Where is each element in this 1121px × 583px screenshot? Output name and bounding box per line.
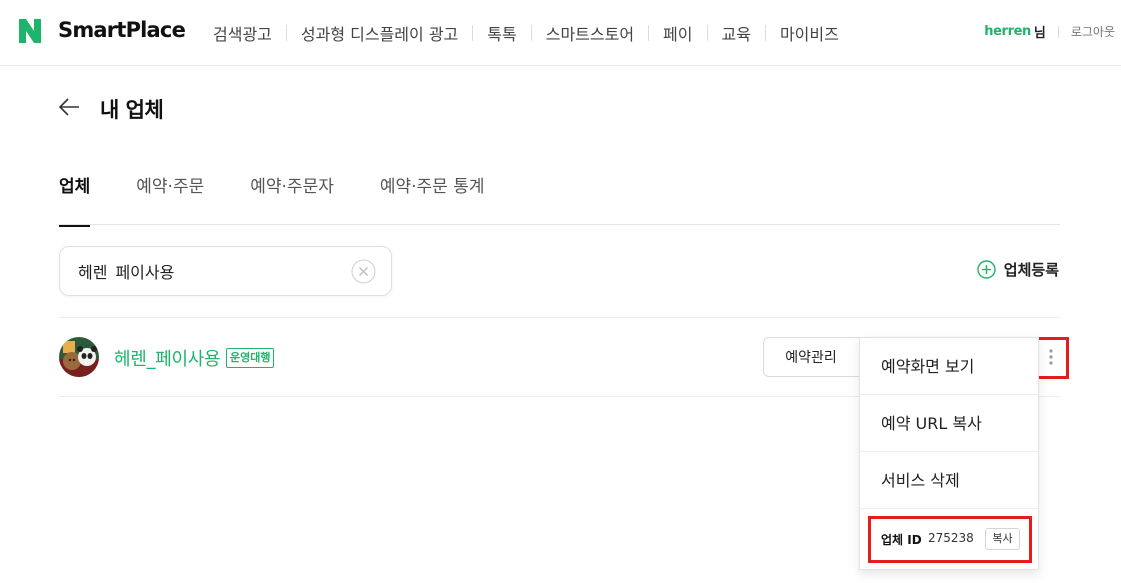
tab-reservation-stats[interactable]: 예약·주문 통계 — [380, 172, 485, 227]
tabs-divider — [59, 224, 1060, 225]
menu-item-copy-url[interactable]: 예약 URL 복사 — [860, 395, 1038, 452]
highlight-box-more — [1034, 337, 1069, 379]
nav-item-smartstore[interactable]: 스마트스토어 — [546, 21, 634, 45]
tab-reservation-order[interactable]: 예약·주문 — [136, 172, 204, 227]
agency-badge: 운영대행 — [226, 348, 275, 368]
business-name-link[interactable]: 헤렌_페이사용 — [114, 345, 221, 371]
back-arrow-icon[interactable] — [58, 96, 80, 118]
nav-divider — [648, 25, 650, 41]
menu-item-delete-service[interactable]: 서비스 삭제 — [860, 452, 1038, 509]
global-nav: 검색광고 성과형 디스플레이 광고 톡톡 스마트스토어 페이 교육 마이비즈 — [213, 21, 839, 45]
naver-logo-icon[interactable] — [19, 19, 41, 43]
highlight-box-business-id — [868, 516, 1032, 563]
smartplace-logo-text[interactable]: SmartPlace — [58, 18, 186, 42]
nav-divider — [472, 25, 474, 41]
tab-bar: 업체 예약·주문 예약·주문자 예약·주문 통계 — [59, 172, 531, 227]
tab-reservation-customer[interactable]: 예약·주문자 — [250, 172, 334, 227]
nav-item-education[interactable]: 교육 — [722, 21, 751, 45]
nav-item-pay[interactable]: 페이 — [663, 21, 692, 45]
register-business-label: 업체등록 — [1003, 261, 1059, 279]
nav-item-talktalk[interactable]: 톡톡 — [487, 21, 516, 45]
register-business-button[interactable]: 업체등록 — [977, 259, 1059, 280]
nav-item-mybiz[interactable]: 마이비즈 — [780, 21, 839, 45]
nav-item-display-ads[interactable]: 성과형 디스플레이 광고 — [301, 21, 458, 45]
tab-business[interactable]: 업체 — [59, 172, 91, 227]
reservation-manage-button[interactable]: 예약관리 — [763, 337, 873, 377]
nav-divider — [285, 25, 287, 41]
nav-divider — [706, 25, 708, 41]
row-divider — [59, 317, 1060, 318]
business-avatar — [59, 337, 99, 377]
logout-link[interactable]: 로그아웃 — [1071, 23, 1115, 40]
clear-icon[interactable] — [351, 259, 376, 284]
user-divider — [1057, 25, 1059, 38]
user-suffix: 님 — [1033, 26, 1046, 41]
user-name: herren — [984, 24, 1031, 39]
user-area: herren 님 로그아웃 — [984, 22, 1115, 41]
plus-circle-icon — [977, 260, 996, 279]
nav-divider — [764, 25, 766, 41]
page-title: 내 업체 — [100, 98, 164, 122]
search-input[interactable] — [78, 261, 338, 280]
nav-divider — [530, 25, 532, 41]
top-navigation-bar: SmartPlace 검색광고 성과형 디스플레이 광고 톡톡 스마트스토어 페… — [0, 0, 1121, 66]
nav-item-search-ads[interactable]: 검색광고 — [213, 21, 272, 45]
search-box — [59, 246, 392, 296]
menu-item-view-reservation[interactable]: 예약화면 보기 — [860, 338, 1038, 395]
reservation-manage-label: 예약관리 — [785, 350, 837, 366]
